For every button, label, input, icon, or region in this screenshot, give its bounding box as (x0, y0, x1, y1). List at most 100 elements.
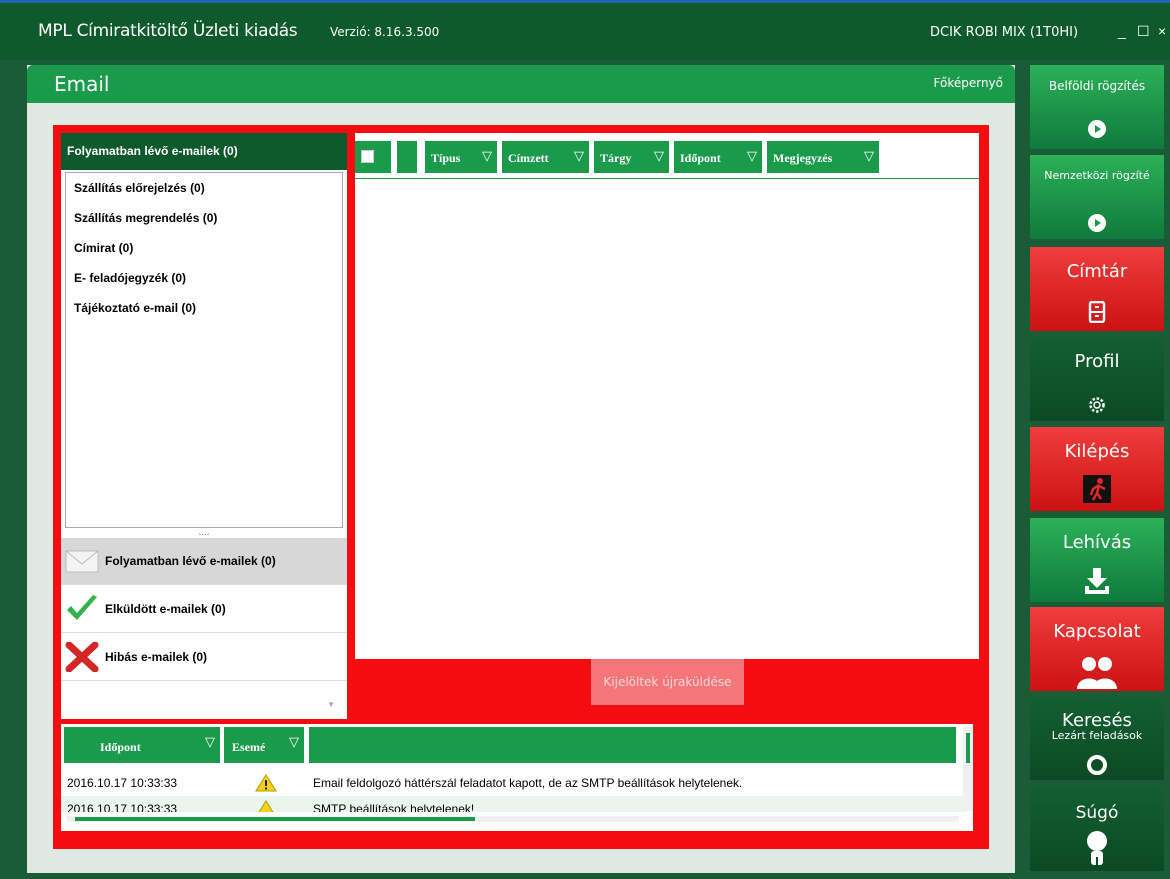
help-icon (1087, 831, 1107, 865)
folder-label: Hibás e-mailek (0) (105, 650, 208, 664)
scroll-thumb[interactable] (966, 733, 970, 763)
select-all-cell[interactable] (355, 141, 391, 173)
folder-in-progress[interactable]: Folyamatban lévő e-mailek (0) (61, 538, 347, 585)
play-icon (1088, 120, 1106, 138)
warning-icon (258, 800, 274, 812)
column-header-subject[interactable]: Tárgy ▽ (594, 141, 669, 173)
filter-icon[interactable]: ▽ (654, 149, 664, 164)
splitter-handle[interactable]: .... (61, 528, 347, 538)
folder-sent[interactable]: Elküldött e-mailek (0) (61, 586, 347, 633)
filter-icon[interactable]: ▽ (482, 149, 492, 164)
app-title: MPL Címiratkitöltő Üzleti kiadás (38, 21, 298, 41)
category-item[interactable]: Szállítás előrejelzés (0) (74, 179, 334, 209)
chevron-down-icon[interactable]: ▼ (327, 700, 335, 709)
checkmark-icon (67, 595, 97, 620)
maximize-button[interactable]: ☐ (1137, 23, 1150, 40)
highlight-frame: Folyamatban lévő e-mailek (0) Szállítás … (53, 125, 989, 849)
log-message: Email feldolgozó háttérszál feladatot ka… (313, 776, 743, 790)
horizontal-scrollbar[interactable] (67, 816, 959, 822)
filter-icon[interactable]: ▽ (574, 149, 584, 164)
tile-label: Nemzetközi rögzíté (1044, 169, 1150, 182)
tile-help[interactable]: Súgó (1030, 787, 1164, 871)
tile-address-book[interactable]: Címtár (1030, 247, 1164, 331)
gear-icon (1089, 397, 1105, 413)
category-item[interactable]: Tájékoztató e-mail (0) (74, 299, 334, 329)
log-message: SMTP beállítások helytelenek! (313, 802, 475, 812)
tile-label: Lehívás (1062, 532, 1132, 553)
log-time: 2016.10.17 10:33:33 (67, 802, 178, 812)
tile-label: Súgó (1075, 803, 1119, 823)
status-column-header[interactable] (397, 141, 417, 173)
category-list: Szállítás előrejelzés (0) Szállítás megr… (65, 172, 343, 528)
category-item[interactable]: E- feladójegyzék (0) (74, 269, 334, 299)
version-label: Verzió: 8.16.3.500 (330, 25, 440, 39)
tile-contact[interactable]: Kapcsolat (1030, 607, 1164, 691)
tile-label: Profil (1074, 351, 1120, 372)
category-item[interactable]: Címirat (0) (74, 239, 334, 269)
grid-header: Típus ▽ Címzett ▽ Tárgy ▽ Időpont ▽ Megj… (355, 133, 979, 179)
download-icon (1085, 568, 1109, 594)
tile-domestic-entry[interactable]: Belföldi rögzítés (1030, 65, 1164, 149)
folder-panel: Folyamatban lévő e-mailek (0) Szállítás … (61, 133, 347, 719)
column-label: Címzett (508, 151, 549, 165)
contacts-icon (1077, 657, 1117, 689)
address-book-icon (1088, 301, 1106, 323)
close-button[interactable]: × (1158, 23, 1166, 39)
scroll-thumb[interactable] (75, 817, 475, 821)
filter-icon[interactable]: ▽ (289, 735, 299, 750)
tile-label: Keresés (1062, 710, 1132, 731)
column-label: Megjegyzés (773, 151, 833, 165)
minimize-button[interactable]: _ (1118, 23, 1126, 39)
vertical-scrollbar[interactable] (963, 727, 973, 811)
log-column-event[interactable]: Esemé ▽ (224, 727, 304, 763)
column-label: Típus (431, 151, 461, 165)
filter-icon[interactable]: ▽ (747, 149, 757, 164)
tile-exit[interactable]: Kilépés (1030, 427, 1164, 511)
category-item[interactable]: Szállítás megrendelés (0) (74, 209, 334, 239)
home-link[interactable]: Főképernyő (934, 76, 1004, 90)
resend-selected-button[interactable]: Kijelöltek újraküldése (591, 659, 744, 705)
folder-failed[interactable]: Hibás e-mailek (0) (61, 634, 347, 681)
column-header-note[interactable]: Megjegyzés ▽ (767, 141, 879, 173)
column-header-time[interactable]: Időpont ▽ (674, 141, 762, 173)
tile-sublabel: Lezárt feladások (1051, 729, 1143, 742)
column-label: Időpont (100, 740, 141, 754)
folder-label: Elküldött e-mailek (0) (105, 602, 226, 616)
user-label: DCIK ROBI MIX (1T0HI) (930, 25, 1079, 40)
column-label: Tárgy (600, 151, 632, 165)
tile-label: Címtár (1066, 261, 1128, 282)
page-title: Email (54, 72, 110, 96)
warning-icon (255, 774, 277, 792)
log-row[interactable]: 2016.10.17 10:33:33 Email feldolgozó hát… (61, 770, 966, 796)
tile-label: Belföldi rögzítés (1048, 79, 1146, 93)
log-column-time[interactable]: Időpont ▽ (64, 727, 220, 763)
email-grid: Típus ▽ Címzett ▽ Tárgy ▽ Időpont ▽ Megj… (355, 133, 979, 659)
log-column-message[interactable] (309, 727, 956, 763)
tile-international-entry[interactable]: Nemzetközi rögzíté (1030, 155, 1164, 239)
filter-icon[interactable]: ▽ (864, 149, 874, 164)
column-header-type[interactable]: Típus ▽ (425, 141, 497, 173)
error-x-icon (65, 642, 99, 672)
tile-profile[interactable]: Profil (1030, 337, 1164, 421)
folder-label: Folyamatban lévő e-mailek (0) (105, 554, 276, 568)
envelope-icon (65, 550, 99, 573)
log-row[interactable]: 2016.10.17 10:33:33 SMTP beállítások hel… (61, 796, 966, 812)
tile-search[interactable]: Keresés Lezárt feladások (1030, 698, 1164, 780)
column-header-recipient[interactable]: Címzett ▽ (502, 141, 589, 173)
search-icon (1087, 755, 1107, 775)
title-bar: MPL Címiratkitöltő Üzleti kiadás Verzió:… (0, 0, 1170, 60)
panel-header: Email Főképernyő (27, 65, 1015, 103)
tile-label: Kilépés (1064, 441, 1130, 462)
tile-download[interactable]: Lehívás (1030, 518, 1164, 602)
column-label: Esemé (232, 740, 266, 754)
email-panel: Email Főképernyő Folyamatban lévő e-mail… (27, 65, 1015, 873)
folder-panel-title: Folyamatban lévő e-mailek (0) (61, 133, 347, 170)
exit-icon (1083, 475, 1111, 503)
log-header: Időpont ▽ Esemé ▽ (61, 724, 973, 764)
play-icon (1088, 214, 1106, 232)
select-all-checkbox[interactable] (361, 150, 374, 163)
column-label: Időpont (680, 151, 721, 165)
log-time: 2016.10.17 10:33:33 (67, 776, 178, 790)
event-log: Időpont ▽ Esemé ▽ 2016.10.17 10:33:33 Em… (61, 724, 973, 831)
filter-icon[interactable]: ▽ (205, 735, 215, 750)
